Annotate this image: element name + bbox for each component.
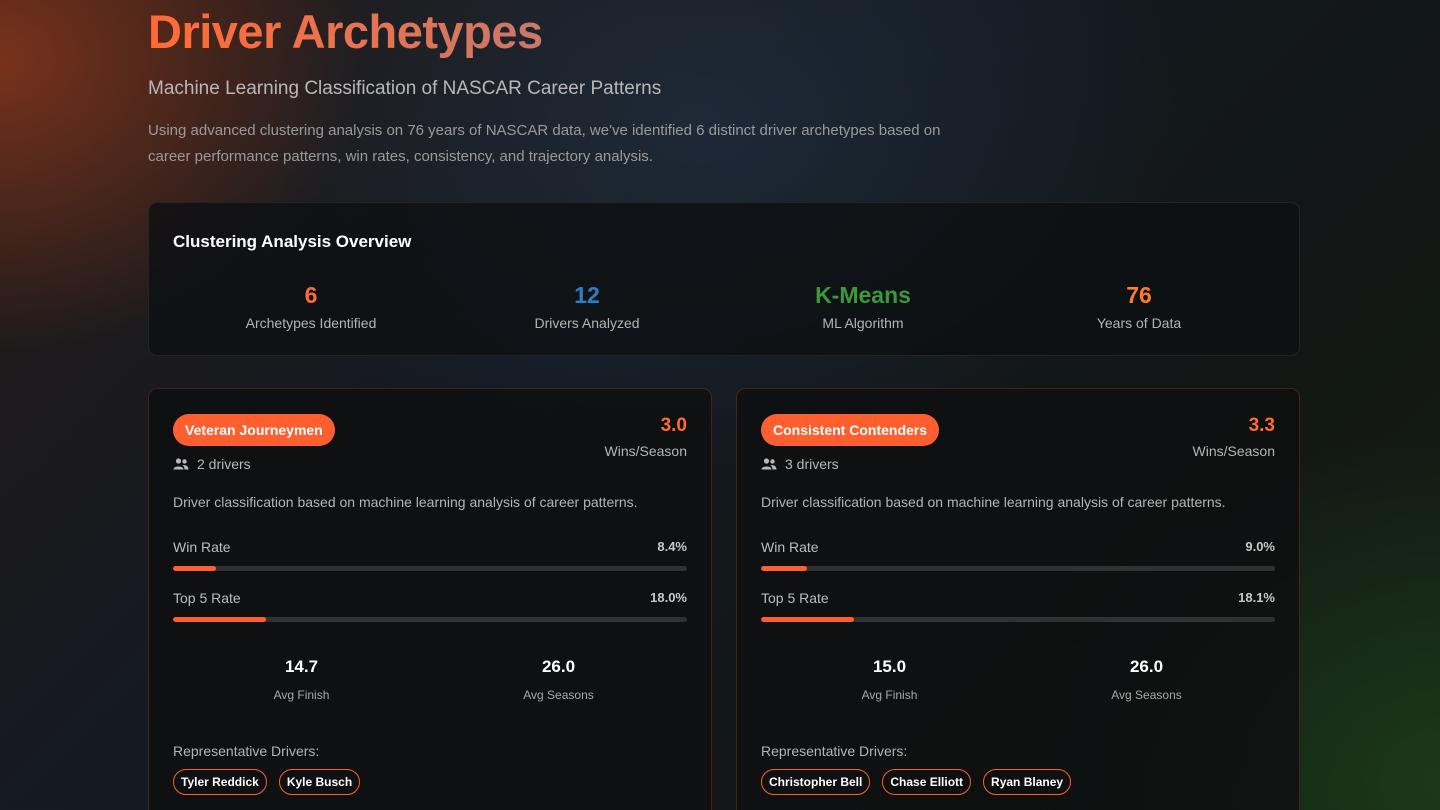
people-icon <box>761 458 777 470</box>
representative-drivers-title: Representative Drivers: <box>761 743 908 759</box>
driver-chip[interactable]: Christopher Bell <box>761 769 871 795</box>
avg-finish-value: 14.7 <box>284 657 319 676</box>
metric-label: Top 5 Rate <box>173 590 241 606</box>
stat-algorithm: K-Means ML Algorithm <box>725 281 1001 331</box>
avg-finish-value: 15.0 <box>872 657 907 676</box>
top5-rate-metric: Top 5 Rate 18.0% <box>173 590 687 622</box>
stat-label: Drivers Analyzed <box>534 315 640 331</box>
avg-finish-stat: 14.7 Avg Finish <box>173 657 430 702</box>
stat-label: Years of Data <box>1096 315 1182 331</box>
avg-seasons-stat: 26.0 Avg Seasons <box>430 657 687 702</box>
stat-label: Archetypes Identified <box>245 315 377 331</box>
archetype-card-consistent-contenders[interactable]: Consistent Contenders 3 drivers 3.3 Wins… <box>736 388 1300 810</box>
drivers-count: 2 drivers <box>173 456 251 472</box>
clustering-overview-panel: Clustering Analysis Overview 6 Archetype… <box>148 202 1300 356</box>
avg-seasons-stat: 26.0 Avg Seasons <box>1018 657 1275 702</box>
driver-chip[interactable]: Kyle Busch <box>278 769 361 795</box>
stat-value: 12 <box>574 282 600 308</box>
driver-chip[interactable]: Ryan Blaney <box>983 769 1072 795</box>
top5-rate-metric: Top 5 Rate 18.1% <box>761 590 1275 622</box>
metric-value: 8.4% <box>657 539 687 554</box>
page-description: Using advanced clustering analysis on 76… <box>148 122 941 165</box>
overview-title: Clustering Analysis Overview <box>173 232 412 251</box>
avg-seasons-value: 26.0 <box>541 657 576 676</box>
representative-drivers-title: Representative Drivers: <box>173 743 320 759</box>
metric-value: 18.1% <box>1238 590 1275 605</box>
top5-rate-bar <box>761 617 1275 622</box>
avg-finish-stat: 15.0 Avg Finish <box>761 657 1018 702</box>
drivers-count: 3 drivers <box>761 456 839 472</box>
archetype-card-veteran-journeymen[interactable]: Veteran Journeymen 2 drivers 3.0 Wins/Se… <box>148 388 712 810</box>
stat-label: ML Algorithm <box>822 315 904 331</box>
wins-label: Wins/Season <box>604 443 687 459</box>
stat-archetypes: 6 Archetypes Identified <box>173 281 449 331</box>
metric-label: Win Rate <box>173 539 231 555</box>
metric-label: Top 5 Rate <box>761 590 829 606</box>
metric-value: 9.0% <box>1245 539 1275 554</box>
avg-finish-label: Avg Finish <box>273 688 330 702</box>
representative-drivers-list: Christopher Bell Chase Elliott Ryan Blan… <box>761 769 1072 795</box>
driver-chip[interactable]: Tyler Reddick <box>173 769 267 795</box>
page-subtitle: Machine Learning Classification of NASCA… <box>148 78 662 99</box>
avg-seasons-label: Avg Seasons <box>523 688 594 702</box>
stat-value: K-Means <box>815 282 911 308</box>
wins-per-season: 3.3 Wins/Season <box>1193 415 1275 459</box>
metric-label: Win Rate <box>761 539 819 555</box>
top5-rate-bar <box>173 617 687 622</box>
avg-finish-label: Avg Finish <box>861 688 918 702</box>
card-sub-stats: 14.7 Avg Finish 26.0 Avg Seasons <box>173 657 687 702</box>
win-rate-bar-fill <box>173 566 217 571</box>
win-rate-bar-fill <box>761 566 808 571</box>
drivers-count-label: 2 drivers <box>197 456 251 472</box>
top5-rate-bar-fill <box>173 617 266 622</box>
win-rate-metric: Win Rate 9.0% <box>761 539 1275 571</box>
wins-value: 3.0 <box>660 415 687 436</box>
archetype-description: Driver classification based on machine l… <box>173 494 638 510</box>
driver-chip[interactable]: Chase Elliott <box>882 769 972 795</box>
stat-value: 6 <box>304 282 318 308</box>
metric-value: 18.0% <box>650 590 687 605</box>
win-rate-bar <box>761 566 1275 571</box>
win-rate-bar <box>173 566 687 571</box>
card-sub-stats: 15.0 Avg Finish 26.0 Avg Seasons <box>761 657 1275 702</box>
archetype-badge: Consistent Contenders <box>761 414 940 446</box>
stat-drivers-analyzed: 12 Drivers Analyzed <box>449 281 725 331</box>
stat-value: 76 <box>1126 282 1152 308</box>
avg-seasons-value: 26.0 <box>1129 657 1164 676</box>
page-title: Driver Archetypes <box>148 5 543 58</box>
drivers-count-label: 3 drivers <box>785 456 839 472</box>
wins-label: Wins/Season <box>1192 443 1275 459</box>
representative-drivers-list: Tyler Reddick Kyle Busch <box>173 769 361 795</box>
win-rate-metric: Win Rate 8.4% <box>173 539 687 571</box>
people-icon <box>173 458 189 470</box>
wins-value: 3.3 <box>1248 415 1275 436</box>
archetype-badge: Veteran Journeymen <box>173 414 335 446</box>
top5-rate-bar-fill <box>761 617 855 622</box>
avg-seasons-label: Avg Seasons <box>1111 688 1182 702</box>
stat-years: 76 Years of Data <box>1001 281 1277 331</box>
wins-per-season: 3.0 Wins/Season <box>605 415 687 459</box>
archetype-description: Driver classification based on machine l… <box>761 494 1226 510</box>
overview-stats: 6 Archetypes Identified 12 Drivers Analy… <box>173 281 1277 331</box>
